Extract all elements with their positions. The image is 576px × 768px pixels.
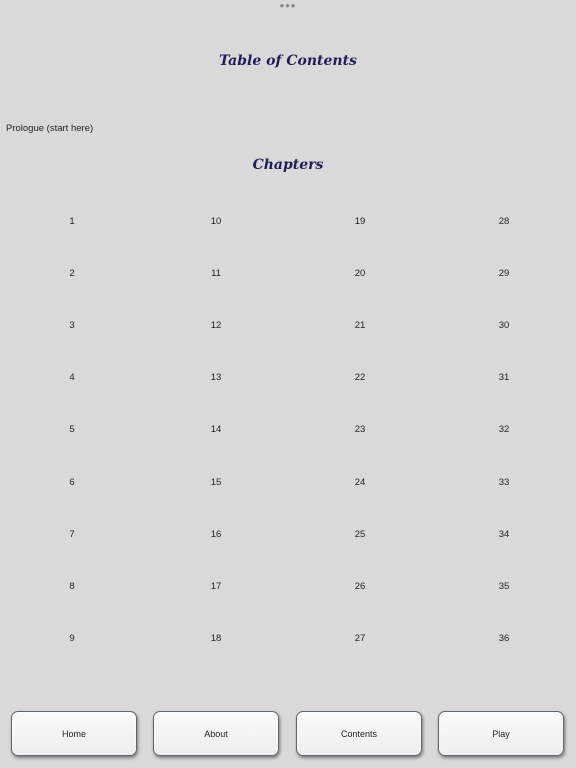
chapter-link[interactable]: 11 <box>144 247 288 299</box>
chapter-link[interactable]: 9 <box>0 613 144 665</box>
chapter-link[interactable]: 31 <box>432 352 576 404</box>
chapter-link[interactable]: 21 <box>288 299 432 351</box>
chapter-link[interactable]: 8 <box>0 560 144 612</box>
chapter-link[interactable]: 15 <box>144 456 288 508</box>
chapter-link[interactable]: 35 <box>432 560 576 612</box>
chapters-heading: Chapters <box>252 157 324 173</box>
chapter-link[interactable]: 3 <box>0 299 144 351</box>
chapter-link[interactable]: 1 <box>0 195 144 247</box>
chapter-link[interactable]: 6 <box>0 456 144 508</box>
prologue-link[interactable]: Prologue (start here) <box>6 122 93 136</box>
home-button[interactable]: Home <box>11 711 137 756</box>
table-of-contents-page: ••• Table of Contents Prologue (start he… <box>0 0 576 768</box>
page-title: Table of Contents <box>219 53 357 69</box>
chapter-link[interactable]: 36 <box>432 613 576 665</box>
chapter-link[interactable]: 14 <box>144 404 288 456</box>
chapter-link[interactable]: 20 <box>288 247 432 299</box>
chapter-link[interactable]: 10 <box>144 195 288 247</box>
chapter-link[interactable]: 5 <box>0 404 144 456</box>
chapter-link[interactable]: 33 <box>432 456 576 508</box>
chapter-link[interactable]: 7 <box>0 508 144 560</box>
chapter-link[interactable]: 22 <box>288 352 432 404</box>
chapter-link[interactable]: 27 <box>288 613 432 665</box>
chapter-grid: 1 10 19 28 2 11 20 29 3 12 21 30 4 13 22… <box>0 195 576 665</box>
chapter-link[interactable]: 13 <box>144 352 288 404</box>
about-button[interactable]: About <box>153 711 279 756</box>
bottom-nav-bar: Home About Contents Play <box>0 711 576 761</box>
chapter-link[interactable]: 28 <box>432 195 576 247</box>
chapter-link[interactable]: 4 <box>0 352 144 404</box>
chapter-link[interactable]: 18 <box>144 613 288 665</box>
chapter-link[interactable]: 25 <box>288 508 432 560</box>
play-button[interactable]: Play <box>438 711 564 756</box>
chapter-link[interactable]: 32 <box>432 404 576 456</box>
chapter-link[interactable]: 24 <box>288 456 432 508</box>
chapter-link[interactable]: 19 <box>288 195 432 247</box>
chapter-link[interactable]: 17 <box>144 560 288 612</box>
chapter-link[interactable]: 12 <box>144 299 288 351</box>
chapter-link[interactable]: 26 <box>288 560 432 612</box>
chapter-link[interactable]: 30 <box>432 299 576 351</box>
chapter-link[interactable]: 23 <box>288 404 432 456</box>
chapter-link[interactable]: 34 <box>432 508 576 560</box>
chapter-link[interactable]: 16 <box>144 508 288 560</box>
more-dots-icon[interactable]: ••• <box>0 0 576 12</box>
contents-button[interactable]: Contents <box>296 711 422 756</box>
chapter-link[interactable]: 2 <box>0 247 144 299</box>
chapter-link[interactable]: 29 <box>432 247 576 299</box>
